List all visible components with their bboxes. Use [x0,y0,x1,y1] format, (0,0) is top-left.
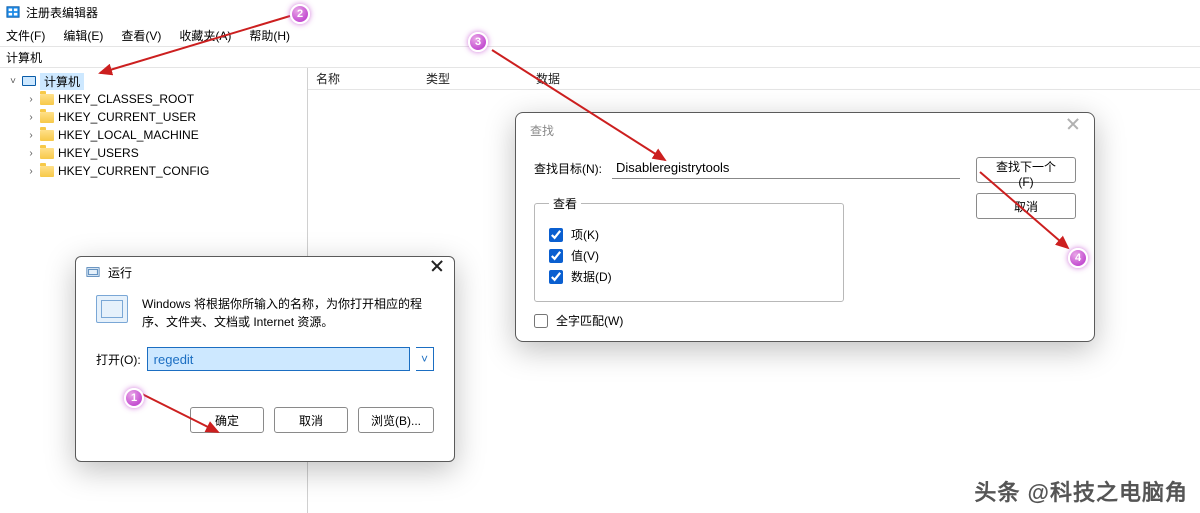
annotation-marker-3: 3 [468,32,488,52]
address-bar[interactable]: 计算机 [0,46,1200,68]
checkbox-values[interactable] [549,249,563,263]
run-app-icon [96,295,128,323]
menu-help[interactable]: 帮助(H) [249,27,290,44]
check-label: 值(V) [571,247,599,264]
col-name[interactable]: 名称 [308,70,418,87]
combobox-chevron-icon[interactable]: ˅ [416,347,434,371]
run-icon-small [86,265,100,279]
tree-item-label: HKEY_LOCAL_MACHINE [58,128,199,142]
tree-item-label: HKEY_USERS [58,146,139,160]
annotation-marker-2: 2 [290,4,310,24]
chevron-right-icon[interactable]: › [26,94,36,105]
computer-icon [22,76,36,86]
folder-icon [40,130,54,141]
window-titlebar: 注册表编辑器 [0,0,1200,24]
find-dialog: 查找 查找目标(N): 查看 项(K) 值(V) 数据(D) 全字匹配(W) 查… [515,112,1095,342]
checkbox-match[interactable] [534,314,548,328]
ok-button[interactable]: 确定 [190,407,264,433]
find-keys-check[interactable]: 项(K) [549,226,829,243]
run-dialog: 运行 Windows 将根据你所输入的名称，为你打开相应的程序、文件夹、文档或 … [75,256,455,462]
close-icon[interactable] [430,265,444,279]
find-matchwhole-check[interactable]: 全字匹配(W) [534,312,960,329]
tree-item-hkcr[interactable]: › HKEY_CLASSES_ROOT [4,90,303,108]
find-data-check[interactable]: 数据(D) [549,268,829,285]
menu-view[interactable]: 查看(V) [121,27,161,44]
find-titlebar: 查找 [516,113,1094,147]
col-data[interactable]: 数据 [528,70,1200,87]
find-title: 查找 [530,122,554,139]
chevron-right-icon[interactable]: › [26,130,36,141]
find-target-input[interactable] [612,157,960,179]
folder-icon [40,166,54,177]
tree-item-label: HKEY_CLASSES_ROOT [58,92,194,106]
menu-favorites[interactable]: 收藏夹(A) [179,27,231,44]
close-icon[interactable] [1066,123,1080,137]
tree-root[interactable]: ˅ 计算机 [4,72,303,90]
run-open-label: 打开(O): [96,351,141,368]
checkbox-data[interactable] [549,270,563,284]
check-label: 项(K) [571,226,599,243]
find-values-check[interactable]: 值(V) [549,247,829,264]
col-type[interactable]: 类型 [418,70,528,87]
list-header: 名称 类型 数据 [308,68,1200,90]
find-cancel-button[interactable]: 取消 [976,193,1076,219]
tree-item-hkcc[interactable]: › HKEY_CURRENT_CONFIG [4,162,303,180]
tree-item-hkcu[interactable]: › HKEY_CURRENT_USER [4,108,303,126]
tree-item-label: HKEY_CURRENT_USER [58,110,196,124]
tree-root-label: 计算机 [40,73,84,90]
find-next-button[interactable]: 查找下一个(F) [976,157,1076,183]
folder-icon [40,112,54,123]
tree-item-hklm[interactable]: › HKEY_LOCAL_MACHINE [4,126,303,144]
menu-bar: 文件(F) 编辑(E) 查看(V) 收藏夹(A) 帮助(H) [0,24,1200,46]
check-label: 全字匹配(W) [556,312,623,329]
run-description: Windows 将根据你所输入的名称，为你打开相应的程序、文件夹、文档或 Int… [142,295,434,331]
tree-item-label: HKEY_CURRENT_CONFIG [58,164,209,178]
menu-edit[interactable]: 编辑(E) [63,27,103,44]
run-titlebar: 运行 [76,257,454,287]
tree-twist-icon[interactable]: ˅ [8,76,18,87]
check-label: 数据(D) [571,268,612,285]
browse-button[interactable]: 浏览(B)... [358,407,434,433]
chevron-right-icon[interactable]: › [26,166,36,177]
find-lookin-legend: 查看 [549,195,581,212]
chevron-right-icon[interactable]: › [26,148,36,159]
checkbox-keys[interactable] [549,228,563,242]
window-title: 注册表编辑器 [26,4,98,21]
menu-file[interactable]: 文件(F) [6,27,45,44]
address-text: 计算机 [6,49,42,66]
run-title: 运行 [108,264,132,281]
watermark-text: 头条 @科技之电脑角 [974,475,1188,507]
run-open-input[interactable] [147,347,410,371]
tree-item-hku[interactable]: › HKEY_USERS [4,144,303,162]
regedit-app-icon [6,5,20,19]
annotation-marker-4: 4 [1068,248,1088,268]
folder-icon [40,94,54,105]
cancel-button[interactable]: 取消 [274,407,348,433]
annotation-marker-1: 1 [124,388,144,408]
chevron-right-icon[interactable]: › [26,112,36,123]
find-lookin-group: 查看 项(K) 值(V) 数据(D) [534,195,844,302]
folder-icon [40,148,54,159]
find-target-label: 查找目标(N): [534,160,602,177]
